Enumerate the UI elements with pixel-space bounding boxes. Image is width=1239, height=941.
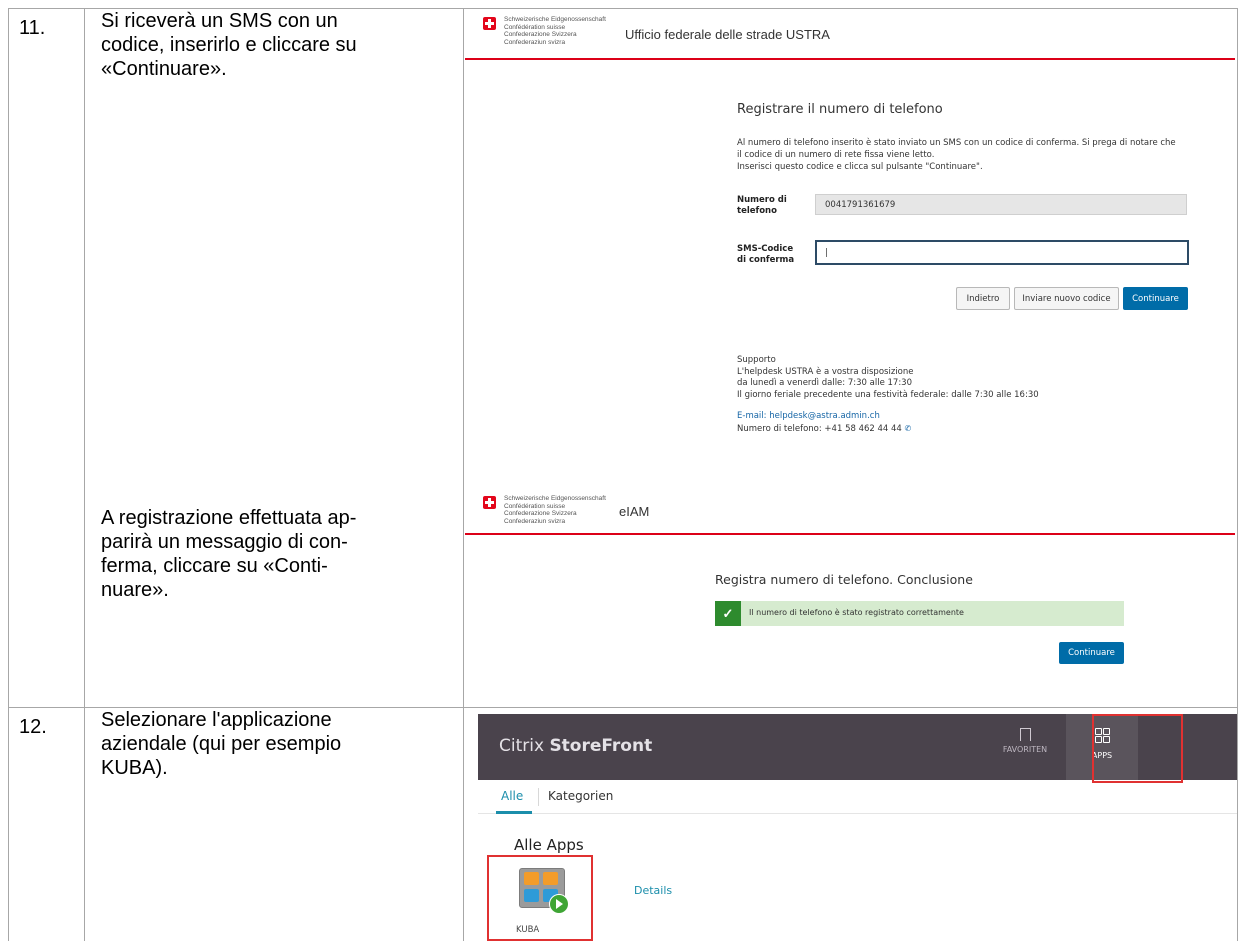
fed-line: Confédération suisse: [504, 23, 566, 31]
step-instruction: A registrazione effettuata ap- parirà un…: [101, 507, 357, 601]
tab-separator: [538, 788, 539, 806]
back-button[interactable]: Indietro: [956, 287, 1010, 310]
federation-names: Schweizerische Eidgenossenschaft Confédé…: [504, 16, 624, 46]
screenshot-register-phone: Schweizerische Eidgenossenschaft Confédé…: [465, 10, 1235, 465]
federation-names: Schweizerische Eidgenossenschaft Confédé…: [504, 495, 624, 525]
step-number: 12.: [19, 716, 47, 738]
check-icon: ✓: [715, 601, 741, 626]
sms-code-label: SMS-Codice di conferma: [737, 244, 795, 265]
screenshot-citrix-storefront: Citrix StoreFront FAVORITEN APPS Alle Ka…: [478, 714, 1237, 941]
nav-favorites[interactable]: FAVORITEN: [990, 728, 1060, 768]
success-message: Il numero di telefono è stato registrato…: [749, 608, 964, 617]
phone-icon: ✆: [904, 423, 912, 433]
intro-text: Al numero di telefono inserito è stato i…: [737, 137, 1232, 173]
bookmark-icon: [1019, 728, 1031, 741]
sms-code-input[interactable]: |: [815, 240, 1189, 265]
brand-title: Citrix StoreFront: [499, 736, 652, 756]
step-instruction: Selezionare l'applicazione aziendale (qu…: [101, 709, 342, 779]
support-title: Supporto: [737, 355, 776, 365]
intro-line: il codice di un numero di rete fissa vie…: [737, 150, 935, 160]
tab-bar: Alle Kategorien: [478, 780, 1237, 814]
swiss-flag-icon: [483, 496, 496, 509]
header-title: eIAM: [619, 504, 650, 519]
table-border-right: [1237, 8, 1238, 941]
nav-favorites-label: FAVORITEN: [1002, 745, 1048, 754]
support-line: da lunedì a venerdì dalle: 7:30 alle 17:…: [737, 378, 912, 388]
continue-button[interactable]: Continuare: [1123, 287, 1188, 310]
tab-all[interactable]: Alle: [501, 789, 523, 803]
fed-line: Confederaziun svizra: [504, 517, 566, 525]
table-border-outer-left: [8, 8, 9, 941]
resend-code-button[interactable]: Inviare nuovo codice: [1014, 287, 1119, 310]
fed-line: Confédération suisse: [504, 502, 566, 510]
header-title: Ufficio federale delle strade USTRA: [625, 27, 830, 42]
brand-bold: StoreFront: [549, 736, 653, 756]
fed-line: Schweizerische Eidgenossenschaft: [504, 16, 606, 23]
phone-value: 0041791361679: [825, 200, 896, 210]
intro-line: Inserisci questo codice e clicca sul pul…: [737, 162, 983, 172]
page-title: Registra numero di telefono. Conclusione: [715, 572, 973, 587]
continue-button[interactable]: Continuare: [1059, 642, 1124, 664]
fed-line: Schweizerische Eidgenossenschaft: [504, 495, 606, 502]
fed-line: Confederazione Svizzera: [504, 510, 577, 517]
step-number: 11.: [19, 17, 46, 39]
sms-code-value: |: [825, 248, 828, 258]
fed-line: Confederazione Svizzera: [504, 31, 577, 38]
details-link[interactable]: Details: [634, 884, 672, 897]
header-red-line: [465, 58, 1235, 60]
page-title: Registrare il numero di telefono: [737, 102, 943, 117]
apps-highlight-box: [1092, 714, 1183, 783]
kuba-highlight-box: [487, 855, 593, 941]
step-instruction: Si riceverà un SMS con un codice, inseri…: [101, 10, 357, 80]
tab-active-underline: [496, 811, 532, 814]
success-alert: ✓ Il numero di telefono è stato registra…: [715, 601, 1124, 626]
tab-categories[interactable]: Kategorien: [548, 789, 613, 803]
intro-line: Al numero di telefono inserito è stato i…: [737, 138, 1176, 148]
phone-label: Numero di telefono: [737, 195, 787, 216]
fed-line: Confederaziun svizra: [504, 38, 566, 46]
header-red-line: [465, 533, 1235, 535]
support-phone: Numero di telefono: +41 58 462 44 44: [737, 423, 902, 434]
phone-field: 0041791361679: [815, 194, 1187, 215]
screenshot-confirmation: Schweizerische Eidgenossenschaft Confédé…: [465, 488, 1235, 678]
brand-prefix: Citrix: [499, 736, 550, 756]
table-divider-col2: [463, 8, 464, 941]
swiss-flag-icon: [483, 17, 496, 30]
section-title: Alle Apps: [514, 836, 584, 854]
support-section: Supporto L'helpdesk USTRA è a vostra dis…: [737, 355, 1217, 435]
support-line: Il giorno feriale precedente una festivi…: [737, 389, 1039, 400]
support-line: L'helpdesk USTRA è a vostra disposizione: [737, 366, 914, 377]
support-email-link[interactable]: E-mail: helpdesk@astra.admin.ch: [737, 411, 1217, 423]
table-divider-col1: [84, 8, 85, 941]
